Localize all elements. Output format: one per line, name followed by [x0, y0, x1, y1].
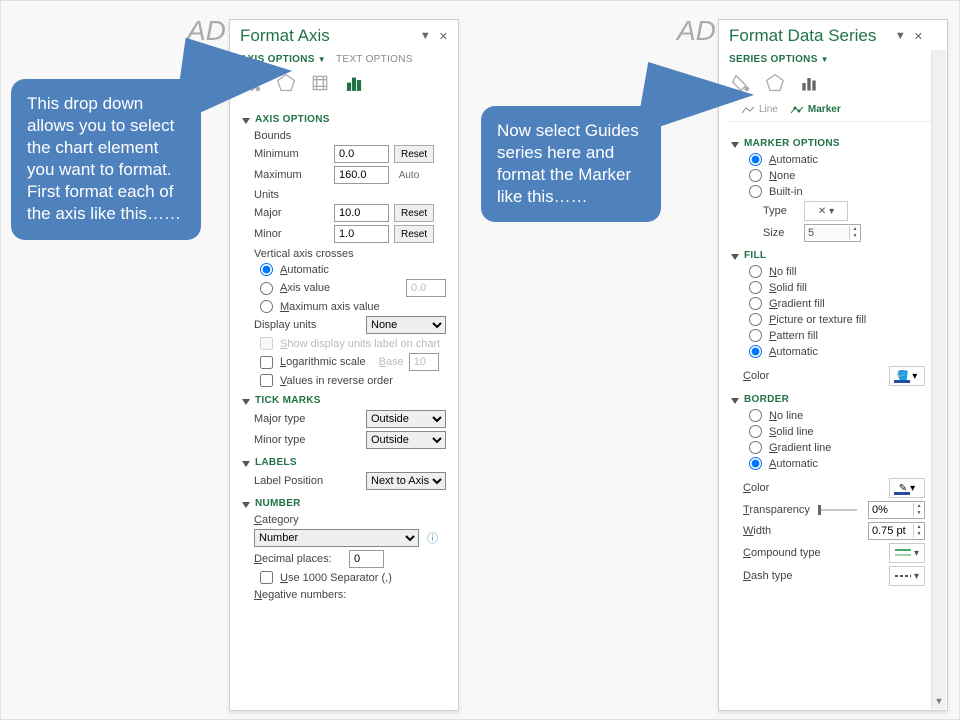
- compound-label: Compound type: [743, 547, 833, 559]
- width-label: Width: [743, 525, 818, 537]
- marker-size-input: [805, 227, 849, 239]
- marker-builtin-radio[interactable]: [749, 185, 762, 198]
- base-input: [409, 353, 439, 371]
- axis-chart-icon[interactable]: [344, 73, 364, 96]
- section-border[interactable]: Border: [731, 394, 925, 405]
- minor-type-label: Minor type: [254, 434, 344, 446]
- negative-label: Negative numbers:: [254, 589, 446, 601]
- section-tick-marks[interactable]: Tick Marks: [242, 395, 446, 406]
- fill-color-label: Color: [743, 370, 818, 382]
- panel-title-right: Format Data Series: [729, 26, 876, 46]
- bg-glyph-right: AD: [677, 15, 716, 47]
- subtab-marker[interactable]: Marker: [790, 104, 841, 115]
- panel-title: Format Axis: [240, 26, 330, 46]
- decimal-label: Decimal places:: [254, 553, 344, 565]
- max-auto-label: Auto: [394, 170, 424, 181]
- tab-text-options[interactable]: Text Options: [336, 54, 413, 65]
- display-units-label: Display units: [254, 319, 344, 331]
- reverse-chk[interactable]: [260, 374, 273, 387]
- major-label: Major: [254, 207, 329, 219]
- tab-series-options[interactable]: Series Options▼: [729, 54, 829, 65]
- callout-right: Now select Guides series here and format…: [481, 106, 661, 222]
- category-label: Category: [254, 514, 446, 526]
- border-gradient-radio[interactable]: [749, 441, 762, 454]
- display-units-select[interactable]: None: [366, 316, 446, 334]
- marker-type-label: Type: [763, 205, 793, 217]
- vac-value-radio[interactable]: [260, 282, 273, 295]
- thousand-chk[interactable]: [260, 571, 273, 584]
- section-fill[interactable]: Fill: [731, 250, 925, 261]
- vac-heading: Vertical axis crosses: [254, 248, 446, 260]
- section-marker-options[interactable]: Marker Options: [731, 138, 925, 149]
- width-input[interactable]: [869, 525, 913, 537]
- effects-icon[interactable]: [765, 73, 785, 96]
- panel-dropdown-icon[interactable]: ▼: [893, 30, 908, 43]
- decimal-input[interactable]: [349, 550, 384, 568]
- border-color-label: Color: [743, 482, 818, 494]
- fill-pattern-radio[interactable]: [749, 329, 762, 342]
- label-pos-label: Label Position: [254, 475, 344, 487]
- major-type-select[interactable]: Outside: [366, 410, 446, 428]
- vac-value-input[interactable]: [406, 279, 446, 297]
- minor-type-select[interactable]: Outside: [366, 431, 446, 449]
- border-color-button[interactable]: ✎▾: [889, 478, 925, 498]
- minor-label: Minor: [254, 228, 329, 240]
- fill-picture-radio[interactable]: [749, 313, 762, 326]
- transparency-input[interactable]: [869, 504, 913, 516]
- panel-dropdown-icon[interactable]: ▼: [418, 30, 433, 43]
- label-pos-select[interactable]: Next to Axis: [366, 472, 446, 490]
- panel-close-icon[interactable]: ✕: [437, 30, 450, 43]
- dash-button[interactable]: ▾: [889, 566, 925, 586]
- category-select[interactable]: Number: [254, 529, 419, 547]
- scrollbar[interactable]: ▼: [931, 50, 946, 709]
- marker-type-select: ✕ ▾: [804, 201, 848, 221]
- size-icon[interactable]: [310, 73, 330, 96]
- scroll-down-icon[interactable]: ▼: [932, 693, 946, 709]
- border-none-radio[interactable]: [749, 409, 762, 422]
- border-auto-radio[interactable]: [749, 457, 762, 470]
- show-units-chk: [260, 337, 273, 350]
- major-type-label: Major type: [254, 413, 344, 425]
- fill-solid-radio[interactable]: [749, 281, 762, 294]
- dash-label: Dash type: [743, 570, 833, 582]
- fill-color-button[interactable]: 🪣▾: [889, 366, 925, 386]
- vac-auto-radio[interactable]: [260, 263, 273, 276]
- major-input[interactable]: [334, 204, 389, 222]
- transparency-slider[interactable]: [818, 509, 857, 511]
- transparency-label: Transparency: [743, 504, 813, 516]
- minor-input[interactable]: [334, 225, 389, 243]
- fill-none-radio[interactable]: [749, 265, 762, 278]
- log-chk[interactable]: [260, 356, 273, 369]
- units-heading: Units: [254, 189, 446, 201]
- marker-none-radio[interactable]: [749, 169, 762, 182]
- format-data-series-panel: ▼ Format Data Series ▼ ✕ Series Options▼…: [718, 19, 948, 711]
- panel-close-icon[interactable]: ✕: [912, 30, 925, 43]
- section-number[interactable]: Number: [242, 498, 446, 509]
- border-solid-radio[interactable]: [749, 425, 762, 438]
- min-input[interactable]: [334, 145, 389, 163]
- minor-reset[interactable]: Reset: [394, 225, 434, 243]
- vac-max-radio[interactable]: [260, 300, 273, 313]
- fill-auto-radio[interactable]: [749, 345, 762, 358]
- fill-gradient-radio[interactable]: [749, 297, 762, 310]
- section-labels[interactable]: Labels: [242, 457, 446, 468]
- max-input[interactable]: [334, 166, 389, 184]
- series-chart-icon[interactable]: [799, 73, 819, 96]
- marker-auto-radio[interactable]: [749, 153, 762, 166]
- compound-button[interactable]: ▾: [889, 543, 925, 563]
- info-icon[interactable]: ⓘ: [427, 530, 438, 546]
- marker-size-label: Size: [763, 227, 793, 239]
- min-label: Minimum: [254, 148, 329, 160]
- max-label: Maximum: [254, 169, 329, 181]
- major-reset[interactable]: Reset: [394, 204, 434, 222]
- callout-left: This drop down allows you to select the …: [11, 79, 201, 240]
- min-reset[interactable]: Reset: [394, 145, 434, 163]
